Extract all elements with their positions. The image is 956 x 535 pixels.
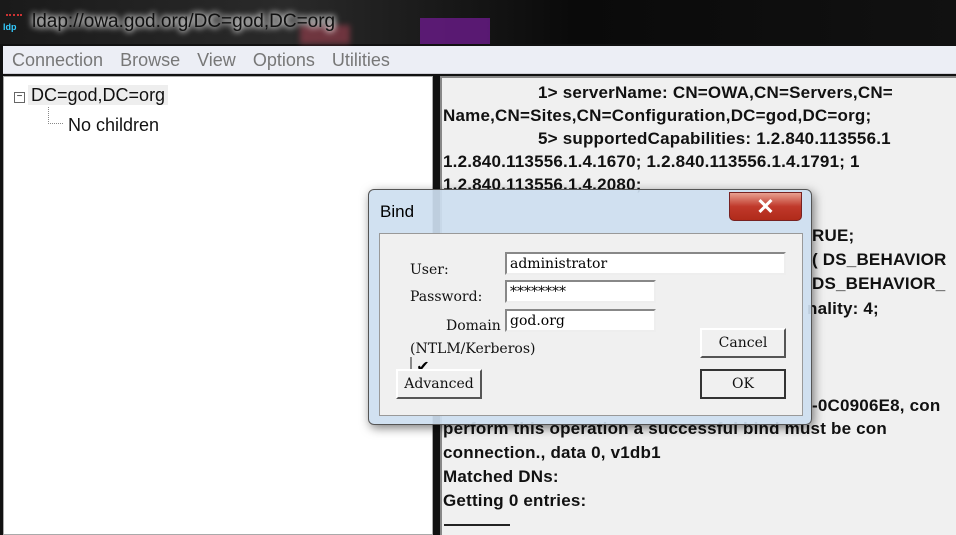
close-icon: ✕ — [756, 194, 775, 219]
output-line: DS_BEHAVIOR_ — [812, 274, 946, 293]
output-line: 5> supportedCapabilities: 1.2.840.113556… — [538, 129, 891, 148]
dialog-title: Bind — [380, 202, 415, 221]
dialog-body: User: administrator Password: ******** ✔… — [379, 233, 803, 416]
menu-options[interactable]: Options — [244, 46, 323, 71]
ok-button[interactable]: OK — [700, 369, 786, 399]
output-line: nality: 4; — [807, 299, 879, 318]
domain-label: Domain — [446, 318, 501, 334]
password-input[interactable]: ******** — [505, 280, 656, 303]
user-label: User: — [410, 262, 449, 278]
output-line: Getting 0 entries: — [443, 491, 587, 510]
output-line: -0C0906E8, con — [812, 396, 941, 415]
cancel-button[interactable]: Cancel — [700, 328, 786, 358]
tree-node-root[interactable]: − DC=god,DC=org — [14, 85, 169, 106]
title-bar: ldp ldap://owa.god.org/DC=god,DC=org — [0, 0, 956, 44]
output-line: ( DS_BEHAVIOR — [812, 250, 947, 269]
background-decoration — [420, 18, 490, 44]
close-button[interactable]: ✕ — [729, 192, 802, 221]
output-line: 1.2.840.113556.1.4.1670; 1.2.840.113556.… — [443, 152, 860, 171]
menu-utilities[interactable]: Utilities — [323, 46, 398, 71]
ldp-app-icon: ldp — [3, 12, 25, 34]
user-input[interactable]: administrator — [505, 252, 786, 275]
domain-input[interactable]: god.org — [505, 309, 656, 332]
bind-dialog: Bind ✕ User: administrator Password: ***… — [368, 189, 812, 425]
password-label: Password: — [410, 289, 483, 305]
tree-node-label: No children — [68, 115, 160, 135]
output-line: connection., data 0, v1db1 — [443, 443, 661, 462]
collapse-icon[interactable]: − — [14, 92, 25, 103]
window-title: ldap://owa.god.org/DC=god,DC=org — [32, 11, 336, 32]
domain-note: (NTLM/Kerberos) — [410, 341, 536, 357]
menu-view[interactable]: View — [188, 46, 244, 71]
tree-node-child[interactable]: No children — [48, 107, 160, 136]
advanced-button[interactable]: Advanced — [396, 369, 482, 399]
output-line: 1> serverName: CN=OWA,CN=Servers,CN= — [538, 83, 893, 102]
output-line: Matched DNs: — [443, 467, 559, 486]
menu-bar: Connection Browse View Options Utilities — [3, 46, 956, 74]
output-line: RUE; — [812, 226, 855, 245]
output-line: Name,CN=Sites,CN=Configuration,DC=god,DC… — [443, 106, 872, 125]
separator-line — [444, 524, 510, 526]
tree-node-label: DC=god,DC=org — [28, 85, 169, 105]
menu-browse[interactable]: Browse — [111, 46, 188, 71]
menu-connection[interactable]: Connection — [3, 46, 111, 71]
